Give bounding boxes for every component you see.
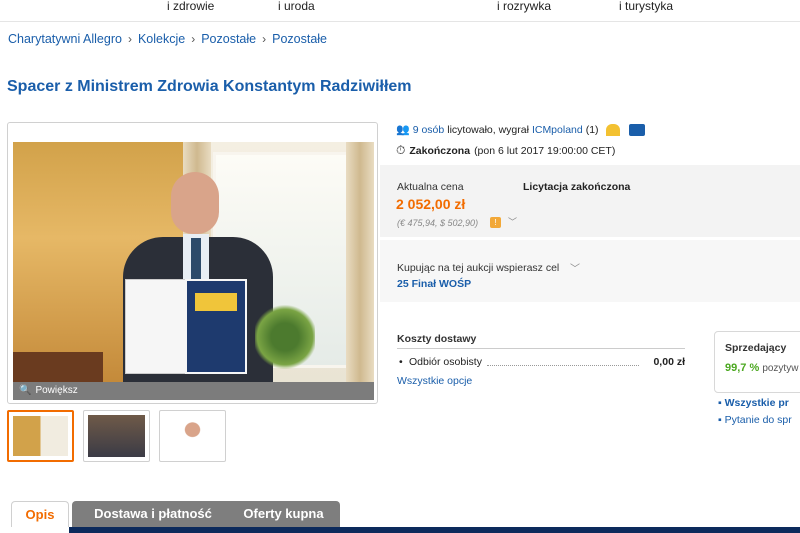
winner-link[interactable]: ICMpoland [532,124,583,136]
heart-badge-icon [605,123,620,136]
end-status-row: ⏱ Zakończona (pon 6 lut 2017 19:00:00 CE… [396,143,615,158]
category-item-beauty[interactable]: i uroda [278,0,315,12]
shipping-costs: Koszty dostawy • Odbiór osobisty 0,00 zł… [397,333,685,387]
bids-text: licytowało, wygrał [447,123,529,136]
support-label: Kupując na tej aukcji wspierasz cel [397,262,560,274]
price-box: Aktualna cena Licytacja zakończona 2 052… [380,165,800,237]
winner-score: (1) [585,123,599,136]
photo-table [13,352,103,382]
page-title: Spacer z Ministrem Zdrowia Konstantym Ra… [7,78,412,95]
chevron-down-icon[interactable]: ﹀ [508,215,517,228]
end-date: (pon 6 lut 2017 19:00:00 CET) [474,144,616,157]
breadcrumb-item-other[interactable]: Pozostałe [201,32,256,46]
stopwatch-icon: ⏱ [396,143,406,157]
bullet-icon: • [399,356,403,368]
price-conversion: (€ 475,94, $ 502,90) [397,218,479,228]
seller-question-link[interactable]: ▪ Pytanie do spr [718,414,792,426]
tab-description[interactable]: Opis [11,501,69,528]
company-briefcase-icon [628,123,645,136]
dotted-leader [487,365,639,366]
breadcrumb: Charytatywni Allegro › Kolekcje › Pozostałe ›… [8,32,327,46]
seller-box: Sprzedający 99,7 % pozytyw [714,331,800,393]
all-shipping-options-link[interactable]: Wszystkie opcje [397,375,685,387]
tab-purchase-offers[interactable]: Oferty kupna [227,501,340,527]
support-cause[interactable]: 25 Finał WOŚP [397,278,471,290]
category-nav: i zdrowie i uroda i rozrywka i turystyka [0,0,800,22]
image-gallery: 🔍 Powiększ [7,122,378,404]
main-photo[interactable] [13,142,374,382]
photo-person-head [171,172,219,234]
magnifier-icon: 🔍 [19,385,32,396]
seller-rating: 99,7 % pozytyw [725,362,798,374]
breadcrumb-separator: › [127,32,132,46]
photo-curtain [346,142,374,382]
seller-percent-suffix: pozytyw [762,363,799,374]
breadcrumb-item-other-current[interactable]: Pozostałe [272,32,327,46]
seller-all-items-link[interactable]: ▪ Wszystkie pr [718,397,792,409]
breadcrumb-separator: › [191,32,196,46]
seller-links: ▪ Wszystkie pr ▪ Pytanie do spr [718,397,792,431]
category-item-entertainment[interactable]: i rozrywka [497,0,551,12]
category-item-health[interactable]: i zdrowie [167,0,214,12]
tab-underline [11,527,800,533]
bidders-link[interactable]: 9 osób [413,124,445,136]
seller-header: Sprzedający [725,342,787,354]
thumbnail-2[interactable] [83,410,150,462]
support-box: Kupując na tej aukcji wspierasz cel ﹀ 25… [380,240,800,302]
end-status: Zakończona [409,144,471,157]
bidders-icon: 👥 [396,124,410,136]
category-item-tourism[interactable]: i turystyka [619,0,673,12]
price-label: Aktualna cena [397,181,464,193]
breadcrumb-item-charity[interactable]: Charytatywni Allegro [8,32,122,46]
auction-status: Licytacja zakończona [523,181,631,193]
zoom-bar[interactable]: 🔍 Powiększ [13,382,374,400]
thumbnail-3[interactable] [159,410,226,462]
bids-row: 👥 9 osób licytowało, wygrał ICMpoland (1… [396,123,645,136]
zoom-label: Powiększ [35,385,78,396]
thumbnail-1[interactable] [7,410,74,462]
tab-shipping-payment[interactable]: Dostawa i płatność [72,501,234,527]
current-price: 2 052,00 zł [396,196,466,212]
breadcrumb-item-collections[interactable]: Kolekcje [138,32,185,46]
shipping-option: • Odbiór osobisty 0,00 zł [397,356,685,370]
breadcrumb-separator: › [262,32,267,46]
info-icon[interactable]: ! [490,217,501,228]
shipping-header: Koszty dostawy [397,333,685,349]
shipping-option-price: 0,00 zł [653,356,685,368]
seller-percent: 99,7 % [725,362,760,374]
chevron-down-icon[interactable]: ﹀ [570,260,580,275]
photo-flowers [255,302,315,372]
shipping-option-name: Odbiór osobisty [409,356,482,368]
thumbnail-strip [7,410,387,464]
photo-diploma [185,279,247,374]
